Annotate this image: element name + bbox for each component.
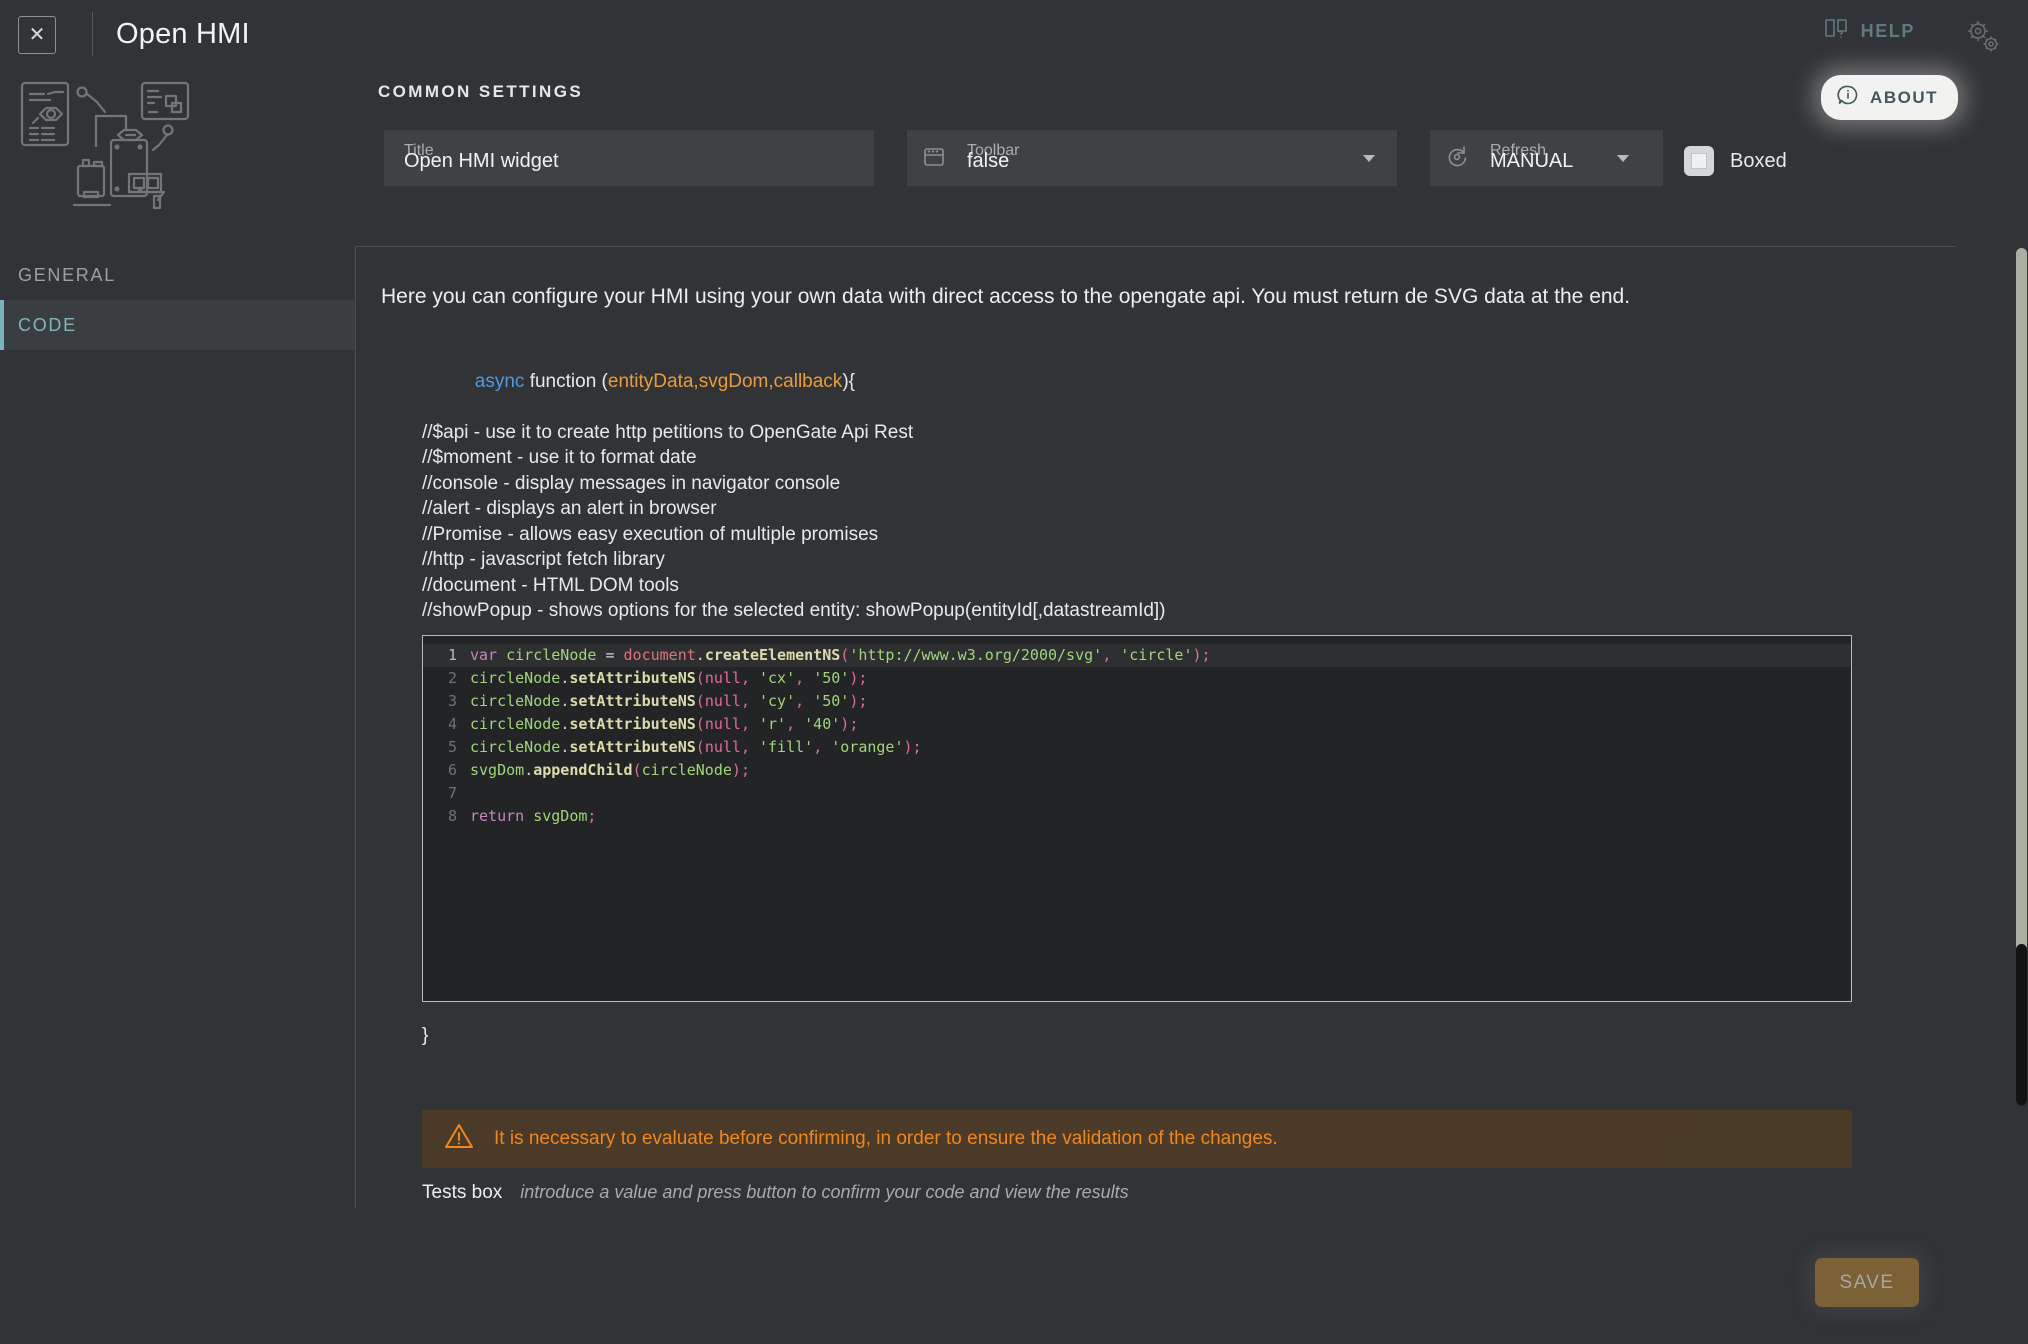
code-line-text: circleNode.setAttributeNS(null, 'cy', '5…: [470, 692, 868, 711]
code-line-text: circleNode.setAttributeNS(null, 'fill', …: [470, 738, 922, 757]
warning-text: It is necessary to evaluate before confi…: [494, 1127, 1278, 1149]
code-line[interactable]: 4 circleNode.setAttributeNS(null, 'r', '4…: [423, 713, 1851, 736]
book-help-icon: [1824, 18, 1850, 45]
function-args: entityData,svgDom,callback: [607, 370, 843, 392]
title-divider: [92, 12, 93, 56]
info-icon: [1837, 84, 1859, 111]
toolbar-select-value: false: [967, 150, 1010, 172]
comment-line: //$api - use it to create http petitions…: [422, 421, 914, 443]
comment-line: //http - javascript fetch library: [422, 549, 665, 571]
close-button[interactable]: ✕: [18, 16, 56, 54]
code-line-number: 6: [447, 761, 457, 780]
tests-box-placeholder[interactable]: introduce a value and press button to co…: [520, 1182, 1128, 1203]
toolbar-icon: [921, 144, 947, 170]
code-line[interactable]: 1 var circleNode = document.createElement…: [423, 643, 1851, 667]
close-icon: ✕: [28, 24, 46, 46]
sidebar-item-code[interactable]: CODE: [0, 300, 355, 350]
comment-line: //$moment - use it to format date: [422, 447, 697, 469]
code-line-number: 2: [447, 669, 457, 688]
code-line-text: circleNode.setAttributeNS(null, 'r', '40…: [470, 715, 859, 734]
top-bar: ✕ Open HMI HELP ABOUT: [0, 0, 2028, 120]
toolbar-select[interactable]: Toolbar false: [907, 130, 1397, 186]
sidebar-item-label: CODE: [18, 314, 77, 335]
code-line-number: 5: [447, 738, 457, 757]
save-button[interactable]: SAVE: [1815, 1258, 1919, 1307]
comment-line: //document - HTML DOM tools: [422, 574, 679, 596]
sidebar-item-general[interactable]: GENERAL: [0, 250, 355, 300]
code-line[interactable]: 8 return svgDom;: [423, 805, 1851, 828]
code-line[interactable]: 5 circleNode.setAttributeNS(null, 'fill',…: [423, 736, 1851, 759]
code-line[interactable]: 7: [423, 782, 1851, 805]
boxed-label: Boxed: [1730, 149, 1787, 172]
closing-brace: }: [422, 1024, 429, 1046]
save-button-label: SAVE: [1839, 1271, 1895, 1293]
sidebar-item-label: GENERAL: [18, 264, 116, 285]
about-label: ABOUT: [1870, 87, 1938, 107]
scrollbar-thumb[interactable]: [2016, 944, 2027, 1106]
warning-triangle-icon: [444, 1122, 474, 1155]
help-button[interactable]: HELP: [1824, 18, 1915, 45]
code-line-number: 3: [447, 692, 457, 711]
code-line-number: 4: [447, 715, 457, 734]
refresh-select-value: MANUAL: [1490, 150, 1574, 172]
code-line[interactable]: 6 svgDom.appendChild(circleNode);: [423, 759, 1851, 782]
code-line-text: circleNode.setAttributeNS(null, 'cx', '5…: [470, 669, 868, 688]
about-button[interactable]: ABOUT: [1821, 75, 1958, 120]
content-panel: Here you can configure your HMI using yo…: [355, 246, 1956, 1208]
async-keyword: async: [474, 370, 525, 392]
code-line-text: svgDom.appendChild(circleNode);: [470, 761, 750, 780]
hmi-illustration: [18, 78, 308, 236]
page-title: Open HMI: [116, 17, 250, 50]
boxed-checkbox[interactable]: Boxed: [1684, 146, 1787, 176]
function-keyword: function (: [524, 370, 608, 392]
code-editor[interactable]: 1 var circleNode = document.createElement…: [422, 634, 1852, 1002]
validation-warning: It is necessary to evaluate before confi…: [422, 1109, 1852, 1168]
code-line[interactable]: 3 circleNode.setAttributeNS(null, 'cy', '…: [423, 690, 1851, 713]
comment-line: //console - display messages in navigato…: [422, 472, 841, 494]
title-input-value: Open HMI widget: [404, 150, 559, 172]
chevron-down-icon: [1617, 155, 1629, 162]
tests-box-row: Tests box introduce a value and press bu…: [422, 1182, 1934, 1204]
code-line-number: 1: [447, 646, 457, 665]
open-hmi-window: ✕ Open HMI HELP ABOUT COMMON SETTINGS Ti…: [0, 0, 2028, 1344]
code-line-text: var circleNode = document.createElementN…: [470, 646, 1211, 665]
title-input[interactable]: Title Open HMI widget: [384, 130, 874, 186]
intro-text: Here you can configure your HMI using yo…: [381, 285, 1631, 308]
checkbox-icon: [1684, 146, 1714, 176]
function-description: async function (entityData,svgDom,callba…: [381, 343, 1934, 624]
panel-scrollbar[interactable]: [2016, 248, 2027, 1106]
chevron-down-icon: [1363, 155, 1375, 162]
help-label: HELP: [1860, 21, 1915, 41]
code-line-text: return svgDom;: [470, 807, 597, 826]
code-line[interactable]: 2 circleNode.setAttributeNS(null, 'cx', '…: [423, 667, 1851, 690]
function-tail: ){: [842, 370, 855, 392]
function-signature: async function (entityData,svgDom,callba…: [422, 343, 1934, 420]
code-line-number: 7: [447, 784, 457, 803]
comment-line: //showPopup - shows options for the sele…: [422, 600, 1166, 622]
refresh-icon: [1444, 144, 1470, 170]
refresh-select[interactable]: Refresh MANUAL: [1430, 130, 1663, 186]
sidebar: GENERAL CODE: [0, 250, 355, 350]
comment-line: //Promise - allows easy execution of mul…: [422, 523, 879, 545]
common-settings-label: COMMON SETTINGS: [378, 82, 584, 101]
settings-gears-icon[interactable]: [1962, 16, 2006, 60]
comment-line: //alert - displays an alert in browser: [422, 498, 717, 520]
tests-box-label: Tests box: [422, 1181, 503, 1203]
code-line-number: 8: [447, 807, 457, 826]
